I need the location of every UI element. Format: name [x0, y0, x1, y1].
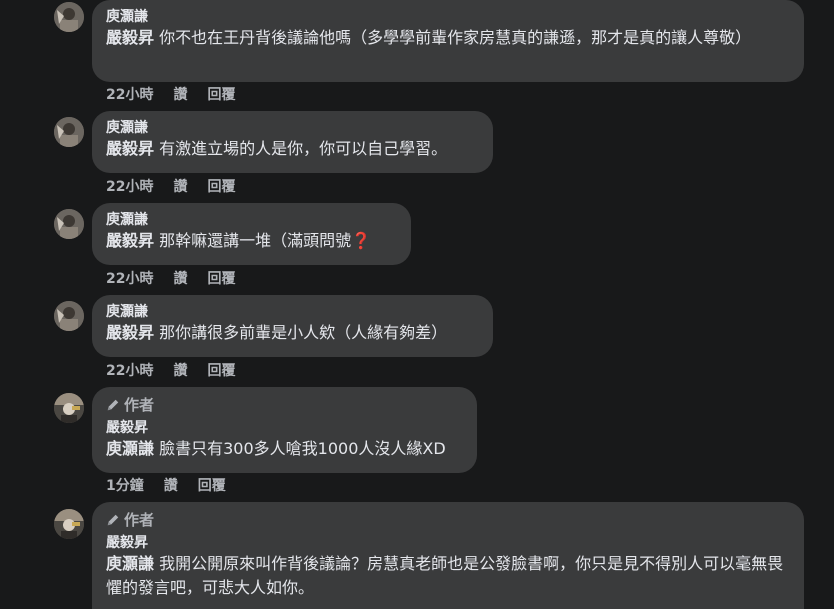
author-badge-label: 作者 — [124, 511, 155, 529]
comment-body: 我開公開原來叫作背後議論？房慧真老師也是公發臉書啊，你只是見不得別人可以毫無畏懼… — [106, 554, 784, 597]
mention-link[interactable]: 嚴毅昇 — [106, 231, 154, 250]
timestamp[interactable]: 1分鐘 — [106, 477, 144, 495]
timestamp[interactable]: 22小時 — [106, 270, 153, 288]
comment-text: 嚴毅昇 那幹嘛還講一堆（滿頭問號❓ — [106, 229, 397, 253]
comment-text: 嚴毅昇 有激進立場的人是你，你可以自己學習。 — [106, 137, 479, 161]
avatar[interactable] — [54, 209, 84, 239]
mention-link[interactable]: 嚴毅昇 — [106, 28, 154, 47]
comment-author[interactable]: 嚴毅昇 — [106, 534, 790, 552]
comment-actions: 1分鐘 讚 回覆 — [106, 477, 226, 495]
reply-button[interactable]: 回覆 — [207, 270, 235, 288]
comment-text: 嚴毅昇 那你講很多前輩是小人欸（人緣有夠差） — [106, 321, 479, 345]
comment-author[interactable]: 庾灝謙 — [106, 303, 479, 321]
comment-author[interactable]: 庾灝謙 — [106, 211, 397, 229]
comment-actions: 22小時 讚 回覆 — [106, 362, 235, 380]
comment-bubble: 庾灝謙 嚴毅昇 那你講很多前輩是小人欸（人緣有夠差） — [92, 295, 493, 357]
like-button[interactable]: 讚 — [173, 178, 187, 196]
comment-bubble: 作者 嚴毅昇 庾灝謙 我開公開原來叫作背後議論？房慧真老師也是公發臉書啊，你只是… — [92, 502, 804, 609]
timestamp[interactable]: 22小時 — [106, 178, 153, 196]
reply-button[interactable]: 回覆 — [198, 477, 226, 495]
comment-bubble: 庾灝謙 嚴毅昇 你不也在王丹背後議論他嗎（多學學前輩作家房慧真的謙遜，那才是真的… — [92, 0, 804, 82]
author-badge-label: 作者 — [124, 396, 155, 414]
like-button[interactable]: 讚 — [173, 362, 187, 380]
avatar[interactable] — [54, 509, 84, 539]
timestamp[interactable]: 22小時 — [106, 362, 153, 380]
comment-author[interactable]: 庾灝謙 — [106, 8, 790, 26]
comment-author[interactable]: 嚴毅昇 — [106, 419, 463, 437]
comment-actions: 22小時 讚 回覆 — [106, 178, 235, 196]
timestamp[interactable]: 22小時 — [106, 86, 153, 104]
question-mark-emoji-icon: ❓ — [351, 231, 372, 250]
reply-button[interactable]: 回覆 — [207, 178, 235, 196]
avatar[interactable] — [54, 301, 84, 331]
author-badge: 作者 — [106, 510, 790, 530]
like-button[interactable]: 讚 — [173, 270, 187, 288]
comment-bubble: 作者 嚴毅昇 庾灝謙 臉書只有300多人嗆我1000人沒人緣XD — [92, 387, 477, 473]
comment-text: 嚴毅昇 你不也在王丹背後議論他嗎（多學學前輩作家房慧真的謙遜，那才是真的讓人尊敬… — [106, 26, 790, 50]
comment-actions: 22小時 讚 回覆 — [106, 270, 235, 288]
comment-body: 那你講很多前輩是小人欸（人緣有夠差） — [159, 323, 448, 342]
comment-thread: 庾灝謙 嚴毅昇 你不也在王丹背後議論他嗎（多學學前輩作家房慧真的謙遜，那才是真的… — [0, 0, 834, 609]
comment-body: 你不也在王丹背後議論他嗎（多學學前輩作家房慧真的謙遜，那才是真的讓人尊敬） — [159, 28, 752, 47]
reply-button[interactable]: 回覆 — [207, 362, 235, 380]
comment-body: 那幹嘛還講一堆（滿頭問號 — [159, 231, 352, 250]
mention-link[interactable]: 庾灝謙 — [106, 439, 154, 458]
mention-link[interactable]: 嚴毅昇 — [106, 323, 154, 342]
reply-button[interactable]: 回覆 — [207, 86, 235, 104]
avatar[interactable] — [54, 393, 84, 423]
mention-link[interactable]: 庾灝謙 — [106, 554, 154, 573]
avatar[interactable] — [54, 2, 84, 32]
like-button[interactable]: 讚 — [173, 86, 187, 104]
comment-actions: 22小時 讚 回覆 — [106, 86, 235, 104]
comment-text: 庾灝謙 臉書只有300多人嗆我1000人沒人緣XD — [106, 437, 463, 461]
comment-text: 庾灝謙 我開公開原來叫作背後議論？房慧真老師也是公發臉書啊，你只是見不得別人可以… — [106, 552, 790, 600]
comment-bubble: 庾灝謙 嚴毅昇 有激進立場的人是你，你可以自己學習。 — [92, 111, 493, 173]
mention-link[interactable]: 嚴毅昇 — [106, 139, 154, 158]
author-badge: 作者 — [106, 395, 463, 415]
pencil-icon — [107, 399, 119, 411]
pencil-icon — [107, 514, 119, 526]
comment-body: 有激進立場的人是你，你可以自己學習。 — [159, 139, 448, 158]
comment-author[interactable]: 庾灝謙 — [106, 119, 479, 137]
like-button[interactable]: 讚 — [164, 477, 178, 495]
comment-bubble: 庾灝謙 嚴毅昇 那幹嘛還講一堆（滿頭問號❓ — [92, 203, 411, 265]
comment-body: 臉書只有300多人嗆我1000人沒人緣XD — [159, 439, 446, 458]
avatar[interactable] — [54, 117, 84, 147]
